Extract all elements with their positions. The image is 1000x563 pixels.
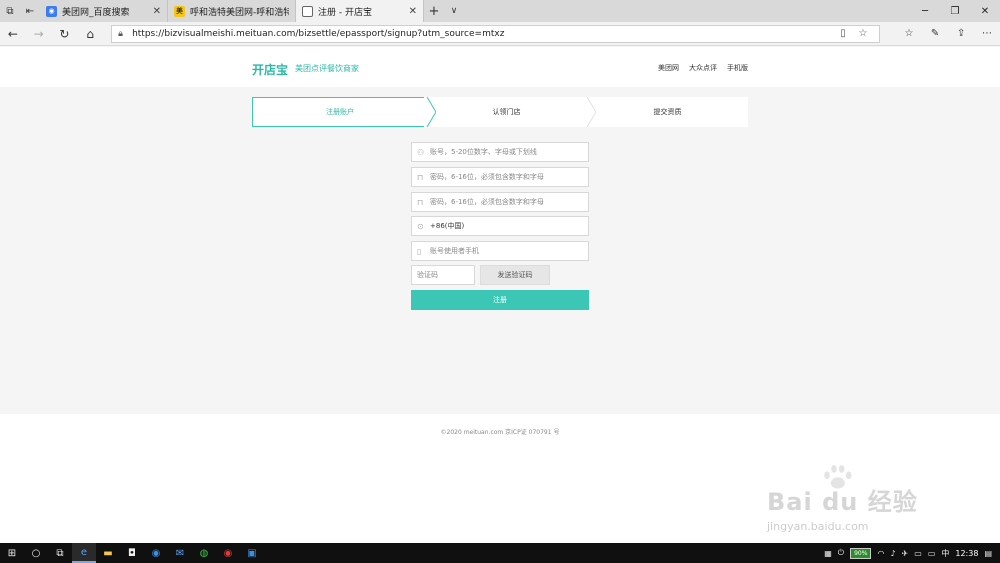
- system-tray: ▦ ⏻ 90% ◠ ♪ ✈ ▭ ▭ 中 12:38 ▤: [824, 547, 1000, 559]
- tab-meituan-huhehaote[interactable]: 美 呼和浩特美团网-呼和浩特美: [168, 0, 296, 22]
- battery-icon[interactable]: ▭: [914, 549, 922, 558]
- logo-subtitle: 美团点评餐饮商家: [295, 64, 359, 73]
- keyboard-icon[interactable]: ▦: [824, 549, 832, 558]
- country-code-value: +86(中国): [430, 222, 465, 230]
- logo[interactable]: 开店宝: [252, 61, 288, 78]
- baidu-favicon-icon: ◉: [46, 5, 57, 17]
- browser-tab-bar: ⧉ ⇤ ◉ 美团网_百度搜索 ✕ 美 呼和浩特美团网-呼和浩特美 注册 - 开店…: [0, 0, 1000, 22]
- wifi-icon[interactable]: ◠: [877, 549, 884, 558]
- favorites-icon[interactable]: ☆: [896, 28, 922, 39]
- site-header: 开店宝 美团点评餐饮商家 美团网 大众点评 手机版: [0, 47, 1000, 87]
- ime-icon[interactable]: 中: [941, 548, 949, 559]
- phone-field[interactable]: ▯ 账号使用者手机: [411, 241, 589, 261]
- password-field[interactable]: ⊓ 密码，6-16位，必须包含数字和字母: [411, 167, 589, 187]
- step-claim-store: 认领门店: [492, 108, 521, 116]
- close-tab-icon[interactable]: ✕: [153, 6, 161, 17]
- clock[interactable]: 12:38: [955, 549, 978, 558]
- netease-music-icon[interactable]: ◉: [216, 543, 240, 563]
- meituan-favicon-icon: 美: [174, 5, 185, 17]
- close-window-icon[interactable]: ✕: [970, 0, 1000, 22]
- tab-title: 美团网_百度搜索: [62, 7, 130, 18]
- url-field[interactable]: 🔒︎ https://bizvisualmeishi.meituan.com/b…: [111, 24, 881, 43]
- phone-icon: ▯: [417, 246, 422, 256]
- action-icon[interactable]: ✈: [902, 549, 909, 558]
- register-button[interactable]: 注册: [411, 290, 589, 310]
- tab-signup[interactable]: 注册 - 开店宝 ✕: [296, 0, 424, 22]
- wechat-icon[interactable]: ◍: [192, 543, 216, 563]
- vcode-placeholder: 验证码: [417, 271, 438, 279]
- user-icon: ⚇: [417, 147, 425, 157]
- notification-icon[interactable]: ▤: [984, 549, 992, 558]
- minimize-icon[interactable]: ─: [910, 0, 940, 22]
- edge-browser-icon[interactable]: e: [72, 543, 96, 563]
- reading-view-icon[interactable]: ▯: [833, 28, 853, 39]
- verification-code-field[interactable]: 验证码: [411, 265, 475, 285]
- app-icon[interactable]: ▣: [240, 543, 264, 563]
- tab-preview-icon[interactable]: ⧉: [0, 0, 20, 22]
- address-bar: ← → ↻ ⌂ 🔒︎ https://bizvisualmeishi.meitu…: [0, 22, 1000, 46]
- tab-title: 呼和浩特美团网-呼和浩特美: [190, 7, 289, 18]
- close-tab-icon[interactable]: ✕: [409, 6, 417, 17]
- mail-icon[interactable]: ✉: [168, 543, 192, 563]
- country-code-select[interactable]: ⊙ +86(中国): [411, 216, 589, 236]
- lock-icon: ⊓: [417, 172, 424, 182]
- home-icon[interactable]: ⌂: [77, 27, 103, 41]
- back-icon[interactable]: ←: [0, 27, 26, 41]
- refresh-icon[interactable]: ↻: [52, 27, 78, 41]
- confirm-password-field[interactable]: ⊓ 密码，6-16位，必须包含数字和字母: [411, 192, 589, 212]
- forward-icon[interactable]: →: [26, 27, 52, 41]
- watermark-url: jingyan.baidu.com: [767, 520, 869, 533]
- phone-placeholder: 账号使用者手机: [430, 247, 479, 255]
- copyright-text: ©2020 meituan.com 京ICP证 070791 号: [440, 429, 560, 436]
- display-icon[interactable]: ▭: [928, 549, 936, 558]
- tab-title: 注册 - 开店宝: [318, 7, 372, 18]
- send-code-button[interactable]: 发送验证码: [480, 265, 550, 285]
- url-text: https://bizvisualmeishi.meituan.com/bizs…: [132, 28, 505, 39]
- search-icon[interactable]: ○: [24, 543, 48, 563]
- favorite-star-icon[interactable]: ☆: [853, 28, 873, 39]
- location-pin-icon: ⊙: [417, 221, 424, 231]
- new-tab-icon[interactable]: +: [424, 0, 444, 22]
- file-explorer-icon[interactable]: ▬: [96, 543, 120, 563]
- link-mobile[interactable]: 手机版: [727, 63, 748, 73]
- page-favicon-icon: [302, 5, 313, 17]
- lock-icon: ⊓: [417, 197, 424, 207]
- account-field[interactable]: ⚇ 账号，5-20位数字、字母或下划线: [411, 142, 589, 162]
- maximize-icon[interactable]: ❐: [940, 0, 970, 22]
- set-aside-tabs-icon[interactable]: ⇤: [20, 0, 40, 22]
- volume-icon[interactable]: ♪: [890, 549, 895, 558]
- share-icon[interactable]: ⇪: [948, 28, 974, 39]
- pen-icon[interactable]: ✎: [922, 28, 948, 39]
- window-controls: ─ ❐ ✕: [910, 0, 1000, 22]
- account-placeholder: 账号，5-20位数字、字母或下划线: [430, 148, 537, 156]
- power-plug-icon[interactable]: ⏻: [838, 548, 844, 558]
- step-submit-qualification: 提交资质: [653, 108, 682, 116]
- lock-icon: 🔒︎: [118, 28, 123, 39]
- more-icon[interactable]: ⋯: [974, 28, 1000, 39]
- store-icon[interactable]: ◘: [120, 543, 144, 563]
- password-placeholder: 密码，6-16位，必须包含数字和字母: [430, 173, 544, 181]
- windows-taskbar: ⊞ ○ ⧉ e ▬ ◘ ◉ ✉ ◍ ◉ ▣ ▦ ⏻ 90% ◠ ♪ ✈ ▭ ▭ …: [0, 543, 1000, 563]
- confirm-password-placeholder: 密码，6-16位，必须包含数字和字母: [430, 198, 544, 206]
- windows-start-icon[interactable]: ⊞: [0, 543, 24, 563]
- battery-indicator[interactable]: 90%: [850, 547, 872, 559]
- step-register-account: 注册账户: [252, 97, 427, 127]
- link-dianping[interactable]: 大众点评: [689, 63, 717, 73]
- task-view-icon[interactable]: ⧉: [48, 543, 72, 563]
- watermark-brand: Bai du 经验: [767, 488, 918, 516]
- signup-steps: 注册账户 认领门店 提交资质: [252, 97, 748, 127]
- chevron-down-icon[interactable]: ∨: [444, 0, 464, 22]
- link-meituan[interactable]: 美团网: [658, 63, 679, 73]
- app-blue-icon[interactable]: ◉: [144, 543, 168, 563]
- tab-baidu-search[interactable]: ◉ 美团网_百度搜索 ✕: [40, 0, 168, 22]
- top-links: 美团网 大众点评 手机版: [658, 63, 748, 73]
